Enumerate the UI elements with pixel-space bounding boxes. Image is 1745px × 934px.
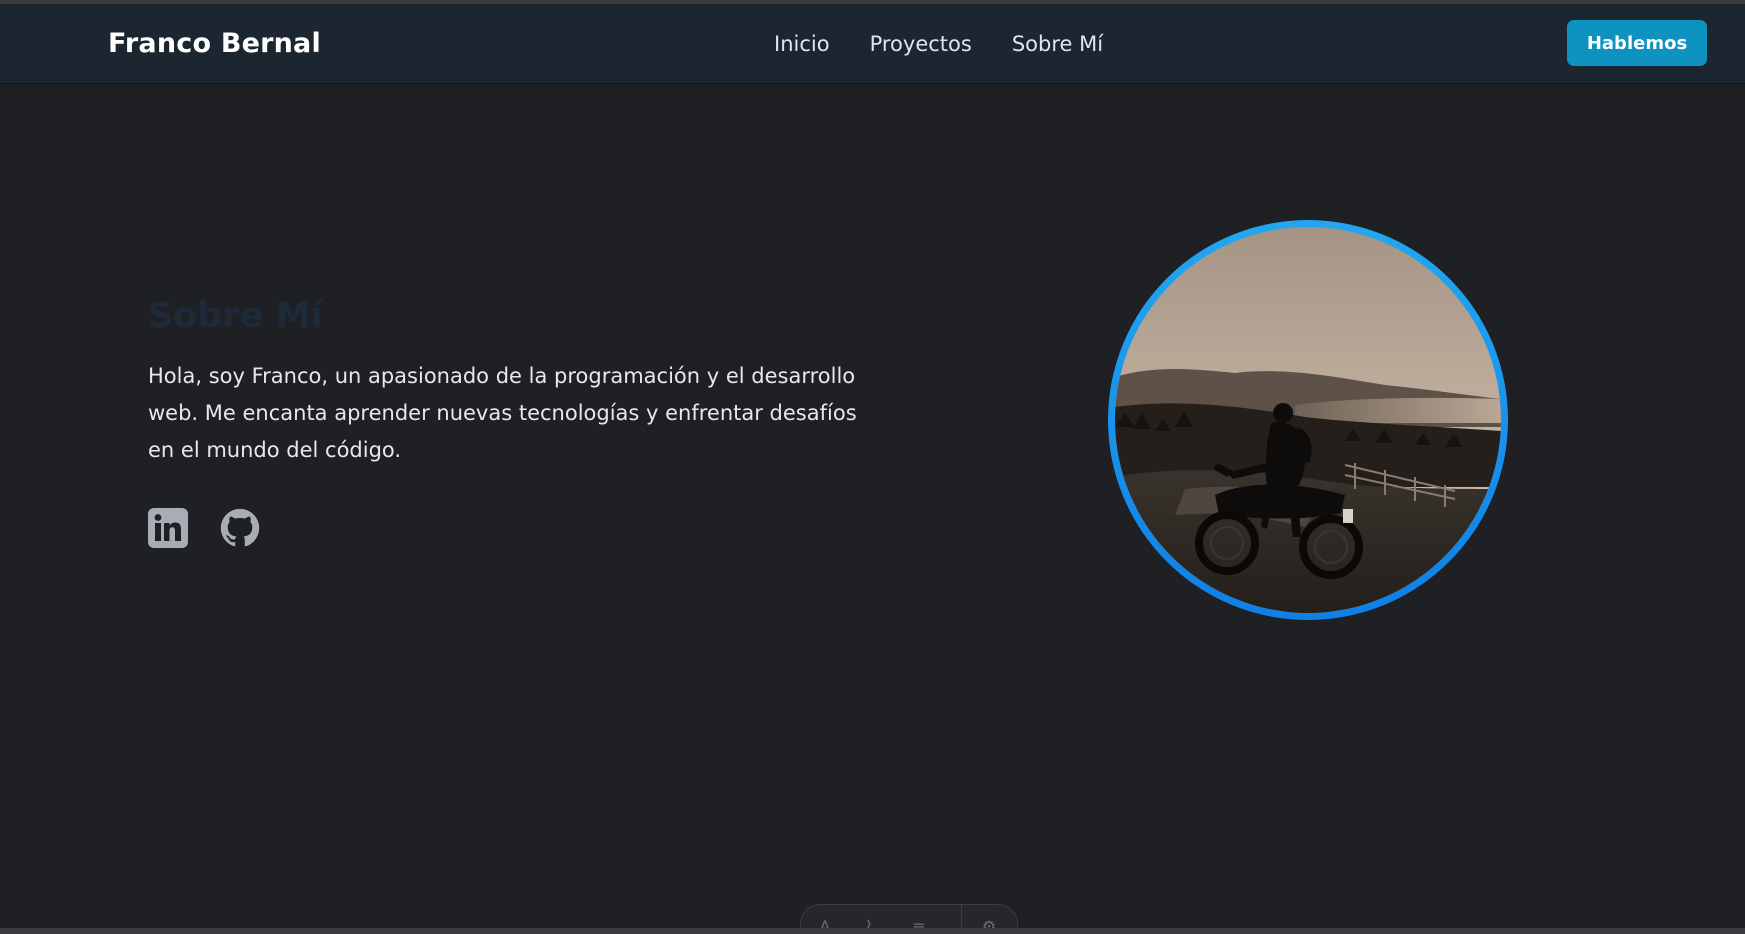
nav-link-sobre-mi[interactable]: Sobre Mí bbox=[1012, 32, 1103, 56]
nav-link-inicio[interactable]: Inicio bbox=[774, 32, 830, 56]
page: Franco Bernal Inicio Proyectos Sobre Mí … bbox=[0, 0, 1745, 934]
linkedin-icon bbox=[148, 508, 188, 548]
profile-photo bbox=[1115, 227, 1501, 613]
hablemos-button[interactable]: Hablemos bbox=[1567, 20, 1707, 66]
navbar: Franco Bernal Inicio Proyectos Sobre Mí … bbox=[0, 4, 1745, 83]
about-text: Hola, soy Franco, un apasionado de la pr… bbox=[148, 364, 857, 462]
nav-link-proyectos[interactable]: Proyectos bbox=[870, 32, 972, 56]
window-bottom-edge bbox=[0, 928, 1745, 934]
brand-logo[interactable]: Franco Bernal bbox=[108, 28, 321, 59]
main-nav: Inicio Proyectos Sobre Mí bbox=[774, 32, 1103, 56]
about-title: Sobre Mí bbox=[148, 296, 323, 336]
github-link[interactable] bbox=[220, 508, 260, 548]
social-links bbox=[148, 508, 260, 548]
profile-photo-ring bbox=[1108, 220, 1508, 620]
github-icon bbox=[220, 508, 260, 547]
linkedin-link[interactable] bbox=[148, 508, 188, 548]
